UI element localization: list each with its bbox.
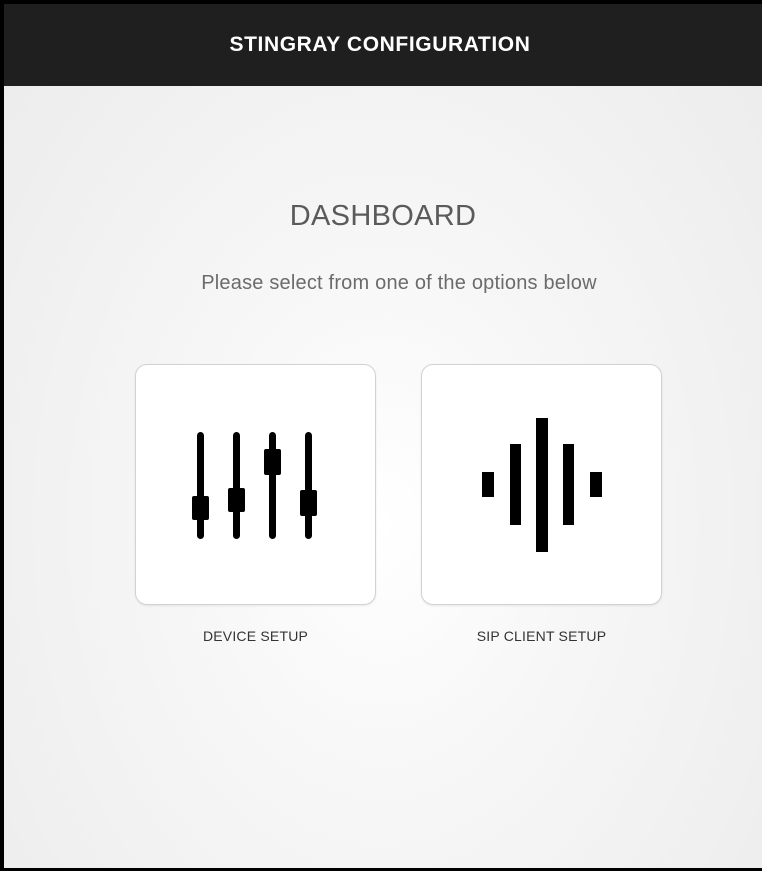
sound-wave-icon bbox=[482, 418, 602, 552]
page-subtitle: Please select from one of the options be… bbox=[201, 272, 597, 294]
sip-client-setup-label: SIP CLIENT SETUP bbox=[476, 628, 607, 644]
header-bar: STINGRAY CONFIGURATION bbox=[4, 4, 762, 86]
app-window: STINGRAY CONFIGURATION DASHBOARD Please … bbox=[4, 4, 762, 868]
sip-client-setup-button[interactable] bbox=[421, 364, 662, 605]
sliders-icon bbox=[192, 432, 317, 539]
header-title: STINGRAY CONFIGURATION bbox=[229, 33, 531, 56]
device-setup-label: DEVICE SETUP bbox=[202, 628, 309, 644]
device-setup-button[interactable] bbox=[135, 364, 376, 605]
page-title: DASHBOARD bbox=[289, 200, 477, 232]
